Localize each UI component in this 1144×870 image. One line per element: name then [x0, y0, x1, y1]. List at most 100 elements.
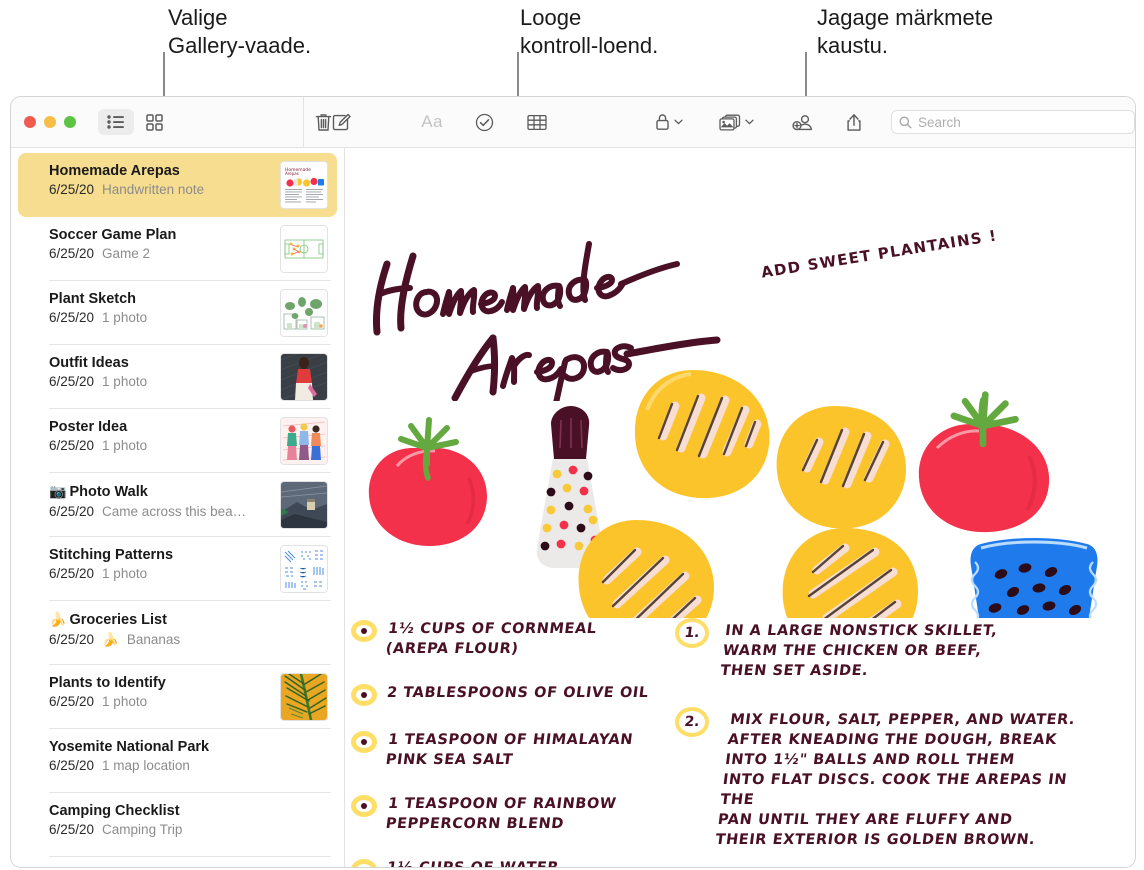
- note-item-date: 6/25/20: [49, 504, 95, 519]
- chevron-down-icon: [744, 119, 754, 125]
- search-input[interactable]: Search: [891, 110, 1135, 134]
- note-list-item[interactable]: Camping Checklist 6/25/20 Camping Trip: [18, 793, 337, 857]
- step-number-badge: 2.: [675, 707, 709, 737]
- checklist-bullet-icon[interactable]: [351, 731, 377, 753]
- note-item-preview: 1 photo: [102, 566, 148, 581]
- ingredient-checklist-item[interactable]: 1½ CUPS OF CORNMEAL (AREPA FLOUR): [351, 618, 681, 659]
- step-text: MIX FLOUR, SALT, PEPPER, AND WATER. AFTE…: [714, 712, 1077, 848]
- note-item-thumbnail: [280, 353, 328, 401]
- note-list-item[interactable]: Plant Sketch 6/25/20 1 photo: [18, 281, 337, 345]
- minimize-window-button[interactable]: [44, 116, 56, 128]
- note-list-item[interactable]: Stitching Patterns 6/25/20 1 photo: [18, 537, 337, 601]
- search-icon: [899, 116, 912, 128]
- note-item-preview: Handwritten note: [102, 182, 205, 197]
- attachment-tools-group: [654, 109, 754, 135]
- note-item-date: 6/25/20: [49, 694, 95, 709]
- note-item-title: Yosemite National Park: [49, 739, 210, 755]
- toolbar-right-section: Aa Search: [304, 97, 1135, 147]
- ingredient-checklist-item[interactable]: 1½ CUPS OF WATER: [351, 857, 681, 867]
- list-view-icon[interactable]: [98, 109, 134, 135]
- ingredient-checklist-item[interactable]: 1 TEASPOON OF HIMALAYAN PINK SEA SALT: [351, 729, 681, 770]
- note-list-item[interactable]: Poster Idea 6/25/20 1 photo: [18, 409, 337, 473]
- note-list-item[interactable]: Soccer Game Plan 6/25/20 Game 2: [18, 217, 337, 281]
- share-tools-group: [790, 109, 865, 135]
- note-list-item[interactable]: Yosemite National Park 6/25/20 1 map locat…: [18, 729, 337, 793]
- note-item-date: 6/25/20: [49, 822, 95, 837]
- note-item-preview: 1 photo: [102, 438, 148, 453]
- note-list-item[interactable]: Plants to Identify 6/25/20 1 photo: [18, 665, 337, 729]
- zoom-window-button[interactable]: [64, 116, 76, 128]
- note-item-separator: [49, 856, 331, 857]
- checklist-bullet-icon[interactable]: [351, 859, 377, 867]
- note-item-title: Groceries List: [69, 612, 167, 628]
- note-list-item[interactable]: 🍌 Groceries List 6/25/20 🍌 Bananas: [18, 601, 337, 665]
- table-icon[interactable]: [525, 109, 549, 135]
- window-body: Homemade Arepas 6/25/20 Handwritten note H…: [11, 148, 1135, 867]
- callout-checklist-label: Looge kontroll-loend.: [520, 5, 659, 58]
- toolbar: Aa Search: [11, 97, 1135, 148]
- note-item-preview: 1 photo: [102, 374, 148, 389]
- note-item-thumbnail: [280, 481, 328, 529]
- close-window-button[interactable]: [24, 116, 36, 128]
- ingredient-text: 1 TEASPOON OF HIMALAYAN PINK SEA SALT: [384, 732, 635, 768]
- chevron-down-icon: [674, 119, 683, 125]
- note-detail-pane[interactable]: ADD SWEET PLANTAINS ! 1½ CUPS OF CORNMEA…: [345, 148, 1135, 867]
- note-item-date: 6/25/20: [49, 758, 95, 773]
- note-item-date: 6/25/20: [49, 632, 95, 647]
- note-item-thumbnail: [280, 225, 328, 273]
- note-item-emoji-icon: 🍌: [49, 611, 67, 627]
- note-item-thumbnail: Homemade Arepas: [280, 161, 328, 209]
- notes-window: Aa Search Homemade Arepas 6/25/20 Handwr…: [10, 96, 1136, 868]
- checklist-icon[interactable]: [472, 109, 496, 135]
- note-item-meta: 6/25/20 🍌 Bananas: [49, 632, 329, 648]
- note-list-item[interactable]: Outfit Ideas 6/25/20 1 photo: [18, 345, 337, 409]
- note-item-preview: Bananas: [126, 632, 181, 647]
- note-item-thumbnail: [280, 545, 328, 593]
- compose-icon[interactable]: [327, 109, 355, 135]
- media-button[interactable]: [718, 109, 754, 135]
- note-list-item[interactable]: 📷 Photo Walk 6/25/20 Came across this bea…: [18, 473, 337, 537]
- note-item-preview: 1 photo: [102, 694, 148, 709]
- note-item-date: 6/25/20: [49, 182, 95, 197]
- ingredient-text: 1 TEASPOON OF RAINBOW PEPPERCORN BLEND: [384, 796, 618, 832]
- note-item-date: 6/25/20: [49, 374, 95, 389]
- svg-text:Arepas: Arepas: [285, 171, 299, 176]
- format-label[interactable]: Aa: [421, 112, 443, 132]
- bean-bowl: [970, 538, 1098, 640]
- add-person-icon[interactable]: [790, 109, 816, 135]
- arepa-1: [634, 370, 770, 499]
- step-number-badge: 1.: [675, 618, 709, 648]
- share-icon[interactable]: [843, 109, 865, 135]
- ingredient-text: 1½ CUPS OF CORNMEAL (AREPA FLOUR): [384, 621, 598, 657]
- note-illustration: [345, 148, 1135, 657]
- checklist-bullet-icon[interactable]: [351, 684, 377, 706]
- ingredient-checklist-item[interactable]: 1 TEASPOON OF RAINBOW PEPPERCORN BLEND: [351, 793, 681, 834]
- note-item-title: Camping Checklist: [49, 803, 180, 819]
- lock-button[interactable]: [654, 109, 684, 135]
- notes-list[interactable]: Homemade Arepas 6/25/20 Handwritten note H…: [11, 148, 345, 867]
- checklist-bullet-icon[interactable]: [351, 795, 377, 817]
- ingredient-text: 2 TABLESPOONS OF OLIVE OIL: [385, 685, 650, 701]
- ingredient-checklist-item[interactable]: 2 TABLESPOONS OF OLIVE OIL: [351, 682, 681, 706]
- note-list-item[interactable]: Homemade Arepas 6/25/20 Handwritten note H…: [18, 153, 337, 217]
- note-item-thumbnail: [280, 673, 328, 721]
- step-number-text: 2.: [683, 714, 701, 730]
- note-item-preview: Game 2: [102, 246, 151, 261]
- ingredients-list[interactable]: 1½ CUPS OF CORNMEAL (AREPA FLOUR) 2 TABLE…: [351, 618, 681, 867]
- note-item-emoji-icon: 📷: [49, 483, 67, 499]
- callout-share-folder-label: Jagage märkmete kaustu.: [817, 5, 994, 58]
- callout-gallery-view-line: [163, 52, 165, 100]
- arepa-4: [776, 406, 906, 529]
- instruction-step: 2. MIX FLOUR, SALT, PEPPER, AND WATER. AF…: [675, 707, 1095, 850]
- note-item-date: 6/25/20: [49, 566, 95, 581]
- checklist-bullet-icon[interactable]: [351, 620, 377, 642]
- callout-gallery-view-label: Valige Gallery-vaade.: [168, 5, 312, 58]
- gallery-view-icon[interactable]: [138, 109, 170, 135]
- tomato-right: [918, 395, 1050, 533]
- note-item-preview: 1 map location: [102, 758, 190, 773]
- note-item-date: 6/25/20: [49, 246, 95, 261]
- callout-share-folder-line: [805, 52, 807, 100]
- view-mode-group: [98, 109, 170, 135]
- note-item-meta: 6/25/20 Camping Trip: [49, 822, 329, 837]
- step-text: IN A LARGE NONSTICK SKILLET, WARM THE CH…: [719, 623, 999, 679]
